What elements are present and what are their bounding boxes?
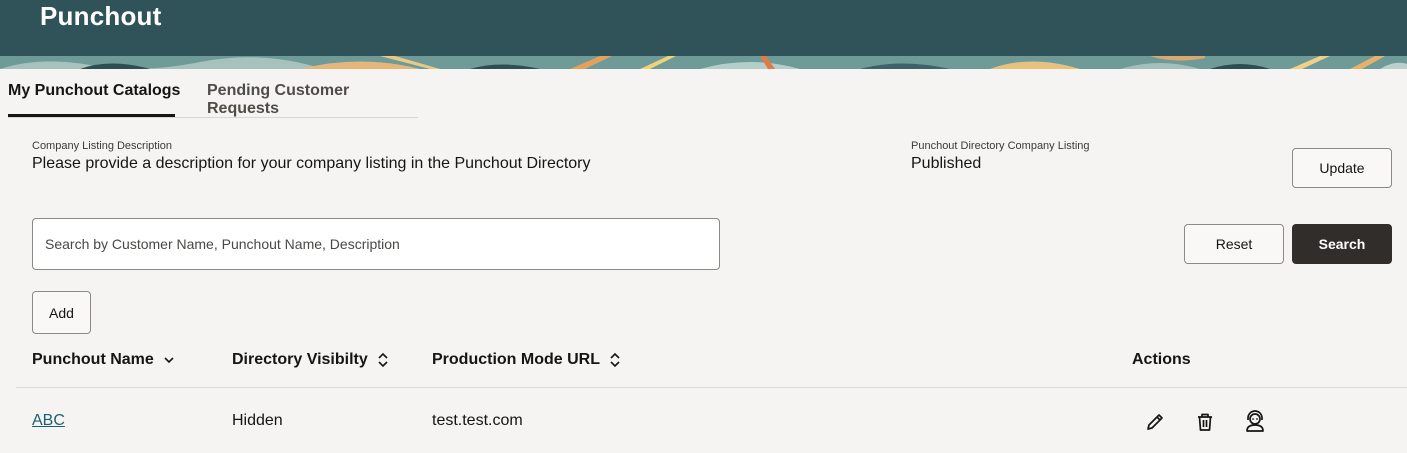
directory-company-listing-label: Punchout Directory Company Listing bbox=[911, 140, 1090, 152]
page-title: Punchout bbox=[40, 1, 162, 31]
column-header-production-mode-url[interactable]: Production Mode URL bbox=[432, 351, 622, 369]
support-agent-icon[interactable] bbox=[1243, 410, 1267, 434]
trash-icon[interactable] bbox=[1193, 410, 1217, 434]
search-input[interactable] bbox=[32, 218, 720, 270]
column-header-actions: Actions bbox=[1132, 351, 1191, 369]
tab-bar: My Punchout Catalogs Pending Customer Re… bbox=[8, 70, 418, 118]
reset-button[interactable]: Reset bbox=[1184, 224, 1284, 264]
active-tab-indicator bbox=[8, 114, 175, 117]
directory-visibility-cell: Hidden bbox=[232, 412, 283, 429]
search-button[interactable]: Search bbox=[1292, 224, 1392, 264]
sort-updown-icon[interactable] bbox=[608, 352, 622, 368]
column-header-label: Actions bbox=[1132, 351, 1191, 368]
company-listing-description-value: Please provide a description for your co… bbox=[32, 155, 591, 172]
page-header: Punchout bbox=[0, 0, 1407, 69]
company-listing-description-label: Company Listing Description bbox=[32, 140, 173, 152]
pencil-icon[interactable] bbox=[1143, 410, 1167, 434]
directory-company-listing-value: Published bbox=[911, 155, 982, 172]
punchout-name-link[interactable]: ABC bbox=[32, 412, 65, 430]
column-header-label: Punchout Name bbox=[32, 351, 154, 368]
column-header-label: Production Mode URL bbox=[432, 351, 600, 368]
column-header-directory-visibility[interactable]: Directory Visibilty bbox=[232, 351, 390, 369]
tab-my-punchout-catalogs[interactable]: My Punchout Catalogs bbox=[8, 82, 180, 100]
production-url-cell: test.test.com bbox=[432, 412, 523, 429]
column-header-punchout-name[interactable]: Punchout Name bbox=[32, 351, 176, 369]
add-button[interactable]: Add bbox=[32, 291, 91, 334]
tab-pending-customer-requests[interactable]: Pending Customer Requests bbox=[207, 82, 418, 118]
chevron-down-icon[interactable] bbox=[162, 353, 176, 367]
column-header-label: Directory Visibilty bbox=[232, 351, 368, 368]
sort-updown-icon[interactable] bbox=[376, 352, 390, 368]
update-button[interactable]: Update bbox=[1292, 148, 1392, 188]
header-decorative-band bbox=[0, 56, 1407, 69]
table-header-divider bbox=[16, 387, 1407, 388]
